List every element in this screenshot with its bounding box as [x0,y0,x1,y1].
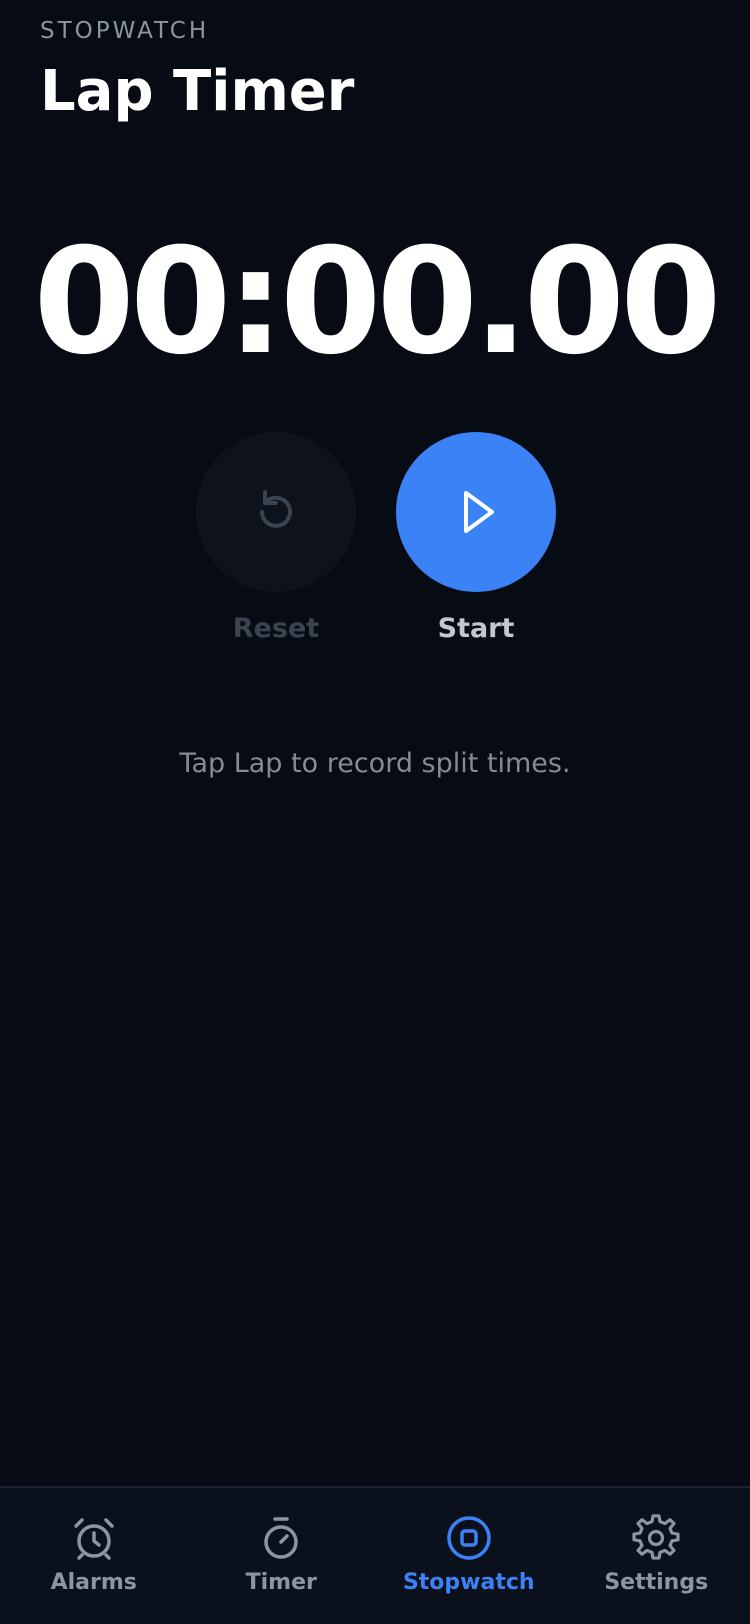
tab-settings-label: Settings [604,1570,709,1595]
tab-alarms-label: Alarms [50,1570,137,1595]
gear-icon [632,1514,680,1560]
tab-timer[interactable]: Timer [188,1488,376,1624]
stopwatch-screen: STOPWATCH Lap Timer 00:00.00 Reset Start… [0,0,750,1624]
tab-settings[interactable]: Settings [563,1488,750,1624]
start-label: Start [437,613,515,644]
reset-icon [260,490,292,528]
bottom-tab-bar: Alarms Timer Stopwatch Settings [0,1486,750,1624]
tab-timer-label: Timer [245,1570,317,1595]
tab-stopwatch[interactable]: Stopwatch [375,1488,563,1624]
reset-control: Reset [196,432,356,646]
start-control: Start [396,432,556,646]
timer-icon [264,1517,298,1559]
reset-label: Reset [232,613,320,644]
page-title: Lap Timer [40,59,355,124]
lap-hint-text: Tap Lap to record split times. [179,748,571,779]
alarm-clock-icon [74,1518,114,1560]
tab-alarms[interactable]: Alarms [0,1488,188,1624]
reset-button[interactable] [196,432,356,592]
start-button[interactable] [396,432,556,592]
section-eyebrow: STOPWATCH [40,18,210,44]
play-icon [464,491,494,533]
tab-stopwatch-label: Stopwatch [402,1570,535,1595]
stopwatch-icon [447,1516,491,1560]
elapsed-time-display: 00:00.00 [33,217,721,387]
